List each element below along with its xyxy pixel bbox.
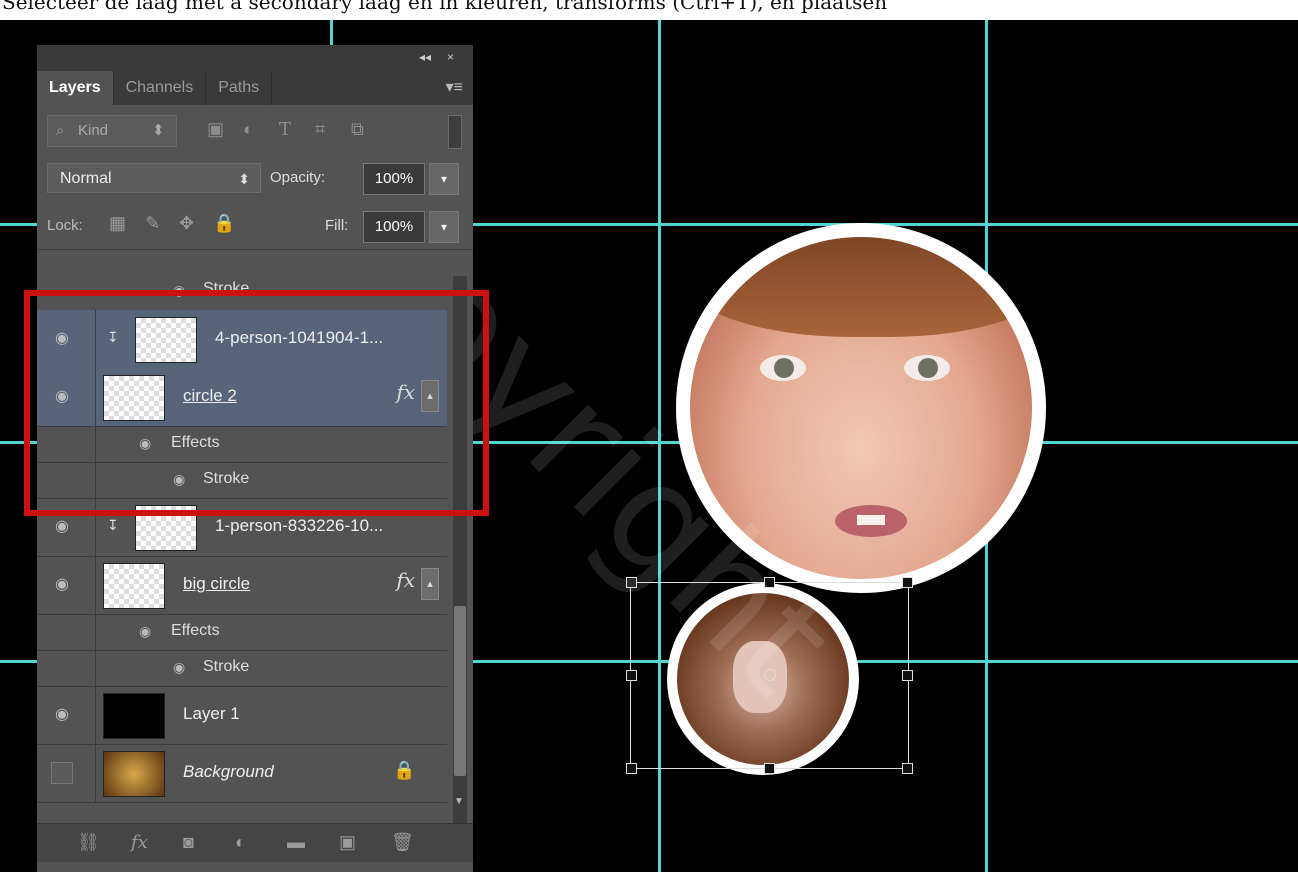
chevron-updown-icon: ⬍ <box>238 171 250 187</box>
transform-handle-top-right[interactable] <box>902 577 913 588</box>
highlight-box <box>24 290 489 516</box>
link-icon[interactable]: ⛓ <box>77 832 100 853</box>
fill-dropdown-button[interactable]: ▾ <box>429 211 459 243</box>
opacity-dropdown-button[interactable]: ▾ <box>429 163 459 195</box>
effects-row[interactable]: ◉ Effects <box>37 614 447 651</box>
panel-bottom-toolbar: ⛓ fx ◙ ◐ ▬ ▣ 🗑 <box>37 823 473 862</box>
transform-handle-bottom-left[interactable] <box>626 763 637 774</box>
visibility-column <box>37 744 96 802</box>
tab-paths[interactable]: Paths <box>206 71 273 105</box>
tutorial-caption-strip: Selecteer de laag met a secondary laag e… <box>0 0 1298 20</box>
visibility-column: ◉ <box>37 686 96 744</box>
effects-toggle-button[interactable]: ▴ <box>421 568 439 600</box>
tab-layers[interactable]: Layers <box>37 71 114 105</box>
layer-row-background[interactable]: Background 🔒 <box>37 744 447 803</box>
transform-handle-bottom[interactable] <box>764 763 775 774</box>
lock-transparent-icon[interactable]: ▦ <box>109 213 126 234</box>
fill-label: Fill: <box>325 217 349 234</box>
stroke-label: Stroke <box>203 658 250 675</box>
tutorial-caption: Selecteer de laag met a secondary laag e… <box>2 0 888 14</box>
new-layer-icon[interactable]: ▣ <box>339 832 356 853</box>
close-icon[interactable]: × <box>447 50 454 64</box>
layer-thumbnail <box>103 751 165 797</box>
eye-icon[interactable]: ◉ <box>173 659 185 676</box>
blend-mode-select[interactable]: Normal ⬍ <box>47 163 261 193</box>
layer-row-layer-1[interactable]: ◉ Layer 1 <box>37 686 447 745</box>
adjustment-icon[interactable]: ◐ <box>235 832 246 853</box>
trash-icon[interactable]: 🗑 <box>391 832 414 853</box>
panel-menu-icon[interactable]: ▾≡ <box>446 77 463 97</box>
lock-all-icon[interactable]: 🔒 <box>213 213 235 234</box>
type-filter-icon[interactable]: T <box>279 119 291 140</box>
scrollbar-thumb[interactable] <box>454 606 466 776</box>
visibility-column <box>37 650 96 686</box>
right-eye-shape <box>904 355 950 381</box>
left-eye-shape <box>760 355 806 381</box>
eye-icon[interactable]: ◉ <box>55 516 69 536</box>
chevron-updown-icon: ⬍ <box>152 122 165 139</box>
collapse-icon[interactable]: ◂◂ <box>419 50 431 64</box>
lock-fill-row: Lock: ▦ ✎ ✥ 🔒 Fill: 100% ▾ <box>37 201 473 250</box>
panel-tabs: Layers Channels Paths ▾≡ <box>37 71 473 105</box>
visibility-checkbox[interactable] <box>51 762 73 784</box>
layer-row-big-circle[interactable]: ◉ big circle fx ▴ <box>37 556 447 615</box>
visibility-column <box>37 614 96 650</box>
layer-name[interactable]: Background <box>183 762 274 782</box>
folder-icon[interactable]: ▬ <box>287 832 305 853</box>
eye-icon[interactable]: ◉ <box>139 623 151 640</box>
layer-thumbnail <box>103 693 165 739</box>
blend-opacity-row: Normal ⬍ Opacity: 100% ▾ <box>37 153 473 201</box>
eye-icon[interactable]: ◉ <box>55 574 69 594</box>
layer-name[interactable]: 1-person-833226-10... <box>215 516 383 536</box>
search-icon: ⌕ <box>56 122 65 139</box>
lock-label: Lock: <box>47 217 83 234</box>
stroke-effect-row[interactable]: ◉ Stroke <box>37 650 447 687</box>
layer-name[interactable]: big circle <box>183 574 250 594</box>
opacity-label: Opacity: <box>270 169 326 186</box>
layer-filter-row: ⌕ Kind ⬍ ▣ ◐ T ⌗ ⧉ <box>37 105 473 153</box>
adjustment-filter-icon[interactable]: ◐ <box>243 119 254 140</box>
mask-icon[interactable]: ◙ <box>183 832 194 853</box>
opacity-input[interactable]: 100% <box>363 163 425 195</box>
panel-title-bar: ◂◂ × <box>37 45 473 71</box>
transform-handle-bottom-right[interactable] <box>902 763 913 774</box>
layer-thumbnail <box>103 563 165 609</box>
fx-icon[interactable]: fx <box>131 832 148 853</box>
lock-icon: 🔒 <box>393 760 416 780</box>
lock-paint-icon[interactable]: ✎ <box>145 213 160 234</box>
filter-toggle-switch[interactable] <box>448 115 462 149</box>
filter-kind-label: Kind <box>78 122 109 139</box>
fill-input[interactable]: 100% <box>363 211 425 243</box>
mouth-shape <box>835 505 907 537</box>
fx-icon[interactable]: fx <box>396 568 415 592</box>
layer-name[interactable]: Layer 1 <box>183 704 240 724</box>
lock-move-icon[interactable]: ✥ <box>179 213 194 234</box>
tab-channels[interactable]: Channels <box>114 71 207 105</box>
clipping-arrow-icon: ↧ <box>107 517 119 533</box>
filter-kind-select[interactable]: ⌕ Kind ⬍ <box>47 115 177 147</box>
hair-shape <box>690 237 1032 337</box>
shape-filter-icon[interactable]: ⌗ <box>315 119 325 140</box>
scroll-down-icon[interactable]: ▼ <box>454 796 464 807</box>
effects-label: Effects <box>171 622 220 639</box>
image-filter-icon[interactable]: ▣ <box>207 119 224 140</box>
smart-object-filter-icon[interactable]: ⧉ <box>351 119 364 140</box>
transform-handle-left[interactable] <box>626 670 637 681</box>
eye-icon[interactable]: ◉ <box>55 704 69 724</box>
transform-handle-right[interactable] <box>902 670 913 681</box>
blend-mode-value: Normal <box>60 170 112 187</box>
visibility-column: ◉ <box>37 556 96 614</box>
